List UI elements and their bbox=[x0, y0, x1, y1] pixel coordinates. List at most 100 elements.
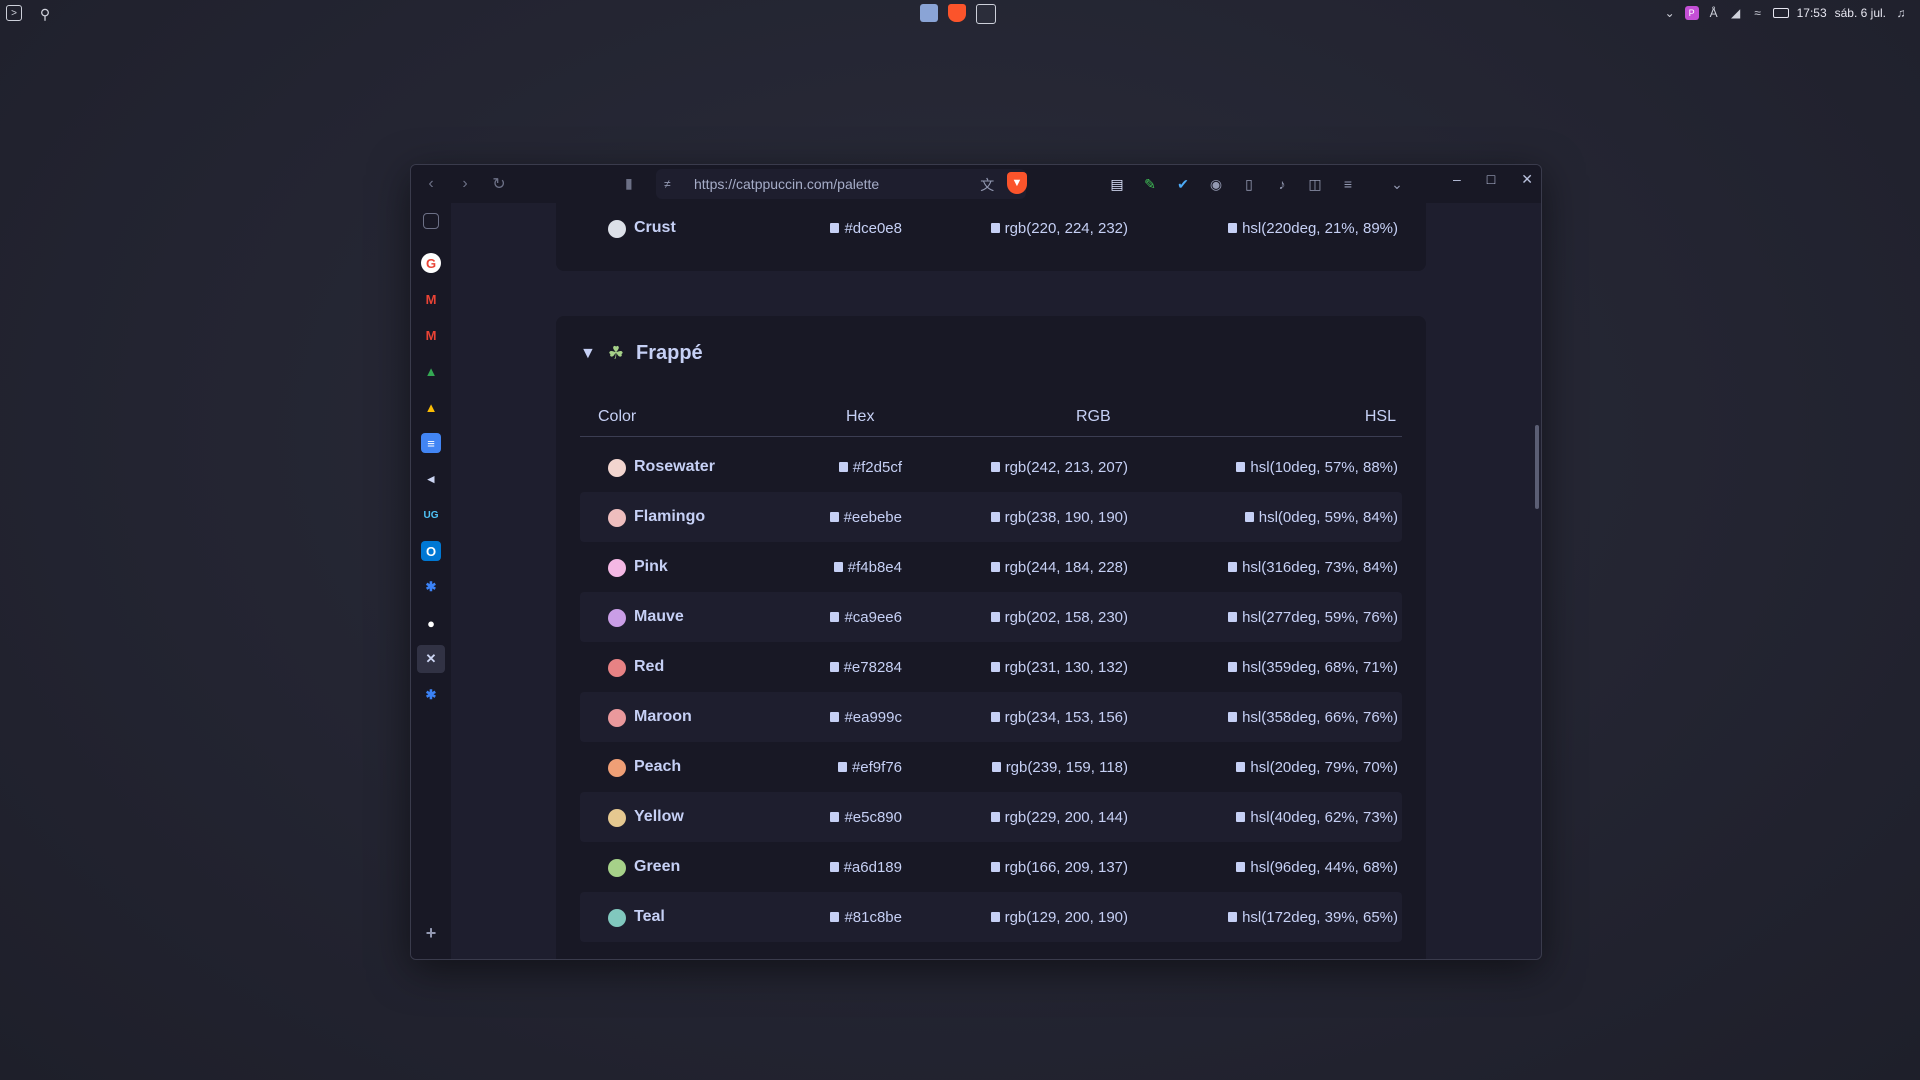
bookmark-icon[interactable]: ▮ bbox=[625, 175, 641, 193]
hex-copy-button[interactable]: #81c8be bbox=[830, 909, 902, 926]
google-drive-icon-2[interactable]: ▲ bbox=[421, 397, 441, 417]
hsl-copy-button[interactable]: hsl(96deg, 44%, 68%) bbox=[1236, 859, 1398, 876]
translate-icon[interactable]: 文 bbox=[980, 175, 994, 195]
minimize-icon[interactable]: – bbox=[1453, 171, 1461, 188]
forward-icon[interactable]: › bbox=[455, 174, 475, 194]
rgb-copy-button[interactable]: rgb(220, 224, 232) bbox=[990, 220, 1128, 237]
hsl-copy-button[interactable]: hsl(172deg, 39%, 65%) bbox=[1228, 909, 1398, 926]
media-icon[interactable]: ♪ bbox=[1272, 174, 1292, 194]
hex-copy-button[interactable]: #dce0e8 bbox=[830, 220, 902, 237]
chevron-down-icon[interactable]: ⌄ bbox=[1663, 6, 1677, 20]
rgb-copy-button[interactable]: rgb(231, 130, 132) bbox=[990, 659, 1128, 676]
rgb-copy-button[interactable]: rgb(242, 213, 207) bbox=[990, 459, 1128, 476]
brave-shields-icon[interactable]: ▼ bbox=[1007, 172, 1027, 194]
sidebar-toggle-icon[interactable]: ◫ bbox=[1305, 174, 1325, 194]
hsl-copy-button[interactable]: hsl(277deg, 59%, 76%) bbox=[1228, 609, 1398, 626]
hex-copy-button[interactable]: #ca9ee6 bbox=[830, 609, 902, 626]
scrollbar[interactable] bbox=[1535, 205, 1539, 955]
menu-icon[interactable]: ≡ bbox=[1338, 174, 1358, 194]
copy-icon bbox=[990, 862, 1000, 872]
gmail-icon-2[interactable]: M bbox=[421, 325, 441, 345]
hsl-copy-button[interactable]: hsl(358deg, 66%, 76%) bbox=[1228, 709, 1398, 726]
ug-icon[interactable]: UG bbox=[421, 505, 441, 525]
rgb-copy-button[interactable]: rgb(229, 200, 144) bbox=[990, 809, 1128, 826]
google-icon[interactable]: G bbox=[421, 253, 441, 273]
hex-copy-button[interactable]: #e78284 bbox=[829, 659, 902, 676]
volume-icon[interactable]: ◢ bbox=[1729, 6, 1743, 20]
bluetooth-icon[interactable]: Å bbox=[1707, 6, 1721, 20]
hsl-copy-button[interactable]: hsl(20deg, 79%, 70%) bbox=[1236, 759, 1398, 776]
hex-copy-button[interactable]: #ef9f76 bbox=[837, 759, 902, 776]
pen-extension-icon[interactable]: ✎ bbox=[1140, 174, 1160, 194]
notes-extension-icon[interactable]: ▤ bbox=[1107, 174, 1127, 194]
extensions-icon[interactable]: ▯ bbox=[1239, 174, 1259, 194]
browser-window: ‹ › ↻ ▮ ≠ https://catppuccin.com/palette… bbox=[410, 164, 1542, 960]
hex-copy-button[interactable]: #e5c890 bbox=[830, 809, 902, 826]
rgb-copy-button[interactable]: rgb(244, 184, 228) bbox=[990, 559, 1128, 576]
column-header-color: Color bbox=[598, 408, 637, 425]
hsl-copy-button[interactable]: hsl(40deg, 62%, 73%) bbox=[1236, 809, 1398, 826]
hex-copy-button[interactable]: #f4b8e4 bbox=[833, 559, 902, 576]
hsl-copy-button[interactable]: hsl(359deg, 68%, 71%) bbox=[1228, 659, 1398, 676]
outlook-icon[interactable]: O bbox=[421, 541, 441, 561]
color-name: Rosewater bbox=[634, 458, 715, 475]
copy-icon bbox=[1236, 812, 1246, 822]
color-swatch bbox=[608, 809, 626, 827]
copy-icon bbox=[1236, 462, 1246, 472]
site-settings-icon[interactable]: ≠ bbox=[664, 177, 680, 191]
terminal-icon[interactable]: > bbox=[6, 5, 22, 21]
bell-icon[interactable]: ♫ bbox=[1894, 6, 1908, 20]
color-name: Pink bbox=[634, 558, 668, 575]
rgb-copy-button[interactable]: rgb(239, 159, 118) bbox=[991, 759, 1128, 776]
check-extension-icon[interactable]: ✔ bbox=[1173, 174, 1193, 194]
sidebar-panel-icon[interactable] bbox=[423, 213, 439, 229]
terminal-app-icon[interactable] bbox=[976, 4, 996, 24]
address-bar[interactable]: ≠ https://catppuccin.com/palette 文 ↗ bbox=[656, 169, 1026, 199]
rgb-copy-button[interactable]: rgb(129, 200, 190) bbox=[990, 909, 1128, 926]
close-icon[interactable]: ✕ bbox=[1521, 171, 1533, 188]
copy-icon bbox=[1236, 862, 1246, 872]
hex-copy-button[interactable]: #f2d5cf bbox=[838, 459, 902, 476]
hsl-copy-button[interactable]: hsl(0deg, 59%, 84%) bbox=[1244, 509, 1398, 526]
google-docs-icon[interactable]: ≡ bbox=[421, 433, 441, 453]
brave-app-icon[interactable] bbox=[948, 4, 966, 22]
reload-icon[interactable]: ↻ bbox=[489, 174, 509, 194]
hsl-copy-button[interactable]: hsl(220deg, 21%, 89%) bbox=[1228, 220, 1398, 237]
collapse-triangle-icon[interactable]: ▼ bbox=[580, 345, 596, 363]
color-swatch bbox=[608, 559, 626, 577]
date[interactable]: sáb. 6 jul. bbox=[1835, 6, 1886, 20]
github-icon[interactable]: ● bbox=[421, 613, 441, 633]
battery-icon[interactable] bbox=[1772, 8, 1789, 18]
tab-list-chevron-icon[interactable]: ⌄ bbox=[1387, 174, 1407, 194]
rgb-copy-button[interactable]: rgb(202, 158, 230) bbox=[990, 609, 1128, 626]
hsl-copy-button[interactable]: hsl(10deg, 57%, 88%) bbox=[1236, 459, 1398, 476]
rgb-copy-button[interactable]: rgb(166, 209, 137) bbox=[990, 859, 1128, 876]
rgb-copy-button[interactable]: rgb(238, 190, 190) bbox=[990, 509, 1128, 526]
browser-sidebar: G M M ▲ ▲ ≡ ◂ UG O ✱ ● ✕ ✱ + bbox=[411, 203, 451, 959]
hex-copy-button[interactable]: #a6d189 bbox=[829, 859, 902, 876]
hex-copy-button[interactable]: #ea999c bbox=[830, 709, 902, 726]
rgb-copy-button[interactable]: rgb(234, 153, 156) bbox=[990, 709, 1128, 726]
hsl-copy-button[interactable]: hsl(316deg, 73%, 84%) bbox=[1228, 559, 1398, 576]
wifi-icon[interactable]: ≈ bbox=[1751, 6, 1765, 20]
back-icon[interactable]: ‹ bbox=[421, 174, 441, 194]
puzzle-icon[interactable]: ✱ bbox=[421, 577, 441, 597]
maximize-icon[interactable]: □ bbox=[1487, 171, 1495, 188]
x-icon[interactable]: ✕ bbox=[417, 645, 445, 673]
glasses-extension-icon[interactable]: ◉ bbox=[1206, 174, 1226, 194]
hex-copy-button[interactable]: #eebebe bbox=[829, 509, 902, 526]
clock[interactable]: 17:53 bbox=[1797, 6, 1827, 20]
url-text[interactable]: https://catppuccin.com/palette bbox=[694, 176, 879, 192]
copy-icon bbox=[833, 562, 843, 572]
search-icon[interactable]: ⚲ bbox=[36, 5, 54, 23]
puzzle-icon-2[interactable]: ✱ bbox=[421, 685, 441, 705]
google-drive-icon[interactable]: ▲ bbox=[421, 361, 441, 381]
color-name: Yellow bbox=[634, 808, 684, 825]
files-app-icon[interactable] bbox=[920, 4, 938, 22]
add-panel-icon[interactable]: + bbox=[421, 923, 441, 943]
app-tray-icon[interactable]: P bbox=[1684, 6, 1699, 20]
gmail-icon[interactable]: M bbox=[421, 289, 441, 309]
scrollbar-thumb[interactable] bbox=[1535, 425, 1539, 509]
section-header[interactable]: ▼ ☘ Frappé bbox=[580, 342, 703, 365]
speaker-icon[interactable]: ◂ bbox=[421, 469, 441, 489]
